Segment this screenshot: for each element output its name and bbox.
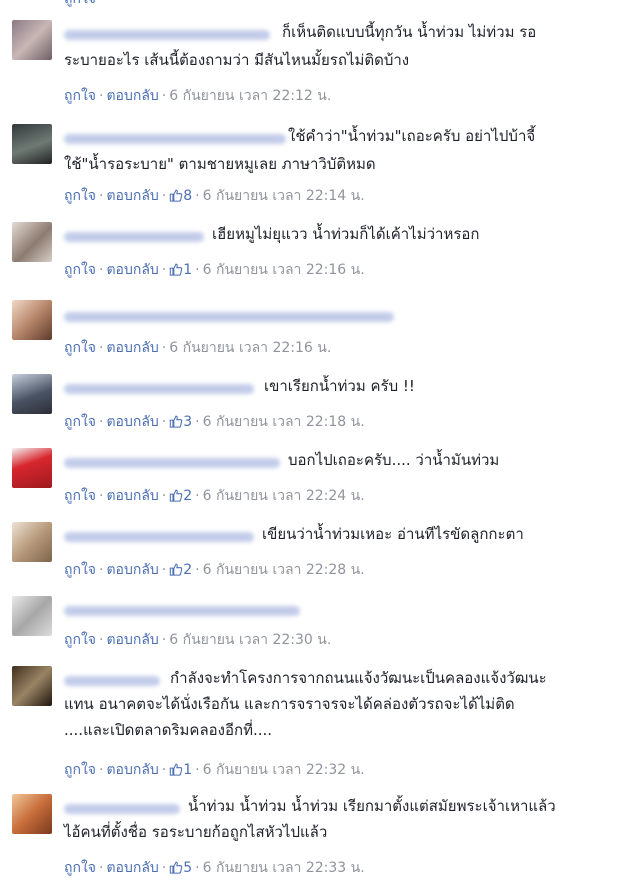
comment-text-line2: ใช้"น้ำรอระบาย" ตามชายหมูเลย ภาษาวิบัติห… [64,155,376,173]
comment-meta: ถูกใจ · ตอบกลับ · 6 กันยายน เวลา 22:30 น. [64,632,332,648]
thumbs-up-icon [170,563,183,576]
avatar[interactable] [12,124,52,164]
like-count[interactable]: 8 [169,188,192,204]
comment-timestamp[interactable]: 6 กันยายน เวลา 22:24 น. [203,488,365,504]
thumbs-up-icon [170,263,183,276]
reply-link[interactable]: ตอบกลับ [106,340,158,356]
comment-text-line1: เขาเรียกน้ำท่วม ครับ !! [264,377,415,395]
commenter-name-blurred[interactable] [64,532,254,542]
reply-link[interactable]: ตอบกลับ [106,414,158,430]
comment-meta: ถูกใจ · ตอบกลับ · 8 · 6 กันยายน เวลา 22:14 น. [64,188,365,204]
comment-text-line3: ....และเปิดตลาดริมคลองอีกที่.... [64,721,273,739]
comment-text-line1: ก็เห็นติดแบบนี้ทุกวัน น้ำท่วม ไม่ท่วม รอ [282,23,537,41]
thumbs-up-icon [170,763,183,776]
comment-text-line2: ระบายอะไร เส้นนี้ต้องถามว่า มีสันไหนมั้ย… [64,51,410,69]
commenter-name-blurred[interactable] [64,804,180,814]
comment-meta: ถูกใจ · ตอบกลับ · 5 · 6 กันยายน เวลา 22:33 น. [64,860,365,876]
comment-timestamp[interactable]: 6 กันยายน เวลา 22:16 น. [169,340,331,356]
avatar[interactable] [12,666,52,706]
comment-2: ใช้คำว่า"น้ำท่วม"เถอะครับ อย่าไปบ้าจี้ ใ… [0,120,628,212]
comment-text-line2: แทน อนาคตจะได้นั่งเรือกัน และการจราจรจะไ… [64,695,515,713]
commenter-name-blurred[interactable] [64,30,270,40]
comment-timestamp[interactable]: 6 กันยายน เวลา 22:30 น. [169,632,331,648]
like-count[interactable]: 5 [169,860,192,876]
comment-4: ถูกใจ · ตอบกลับ · 6 กันยายน เวลา 22:16 น. [0,298,628,366]
comment-5: เขาเรียกน้ำท่วม ครับ !! ถูกใจ · ตอบกลับ · 3 ·… [0,372,628,440]
comment-6: บอกไปเถอะครับ.... ว่าน้ำมันท่วม ถูกใจ · ตอ… [0,446,628,514]
comment-meta: ถูกใจ · ตอบกลับ · 3 · 6 กันยายน เวลา 22:18 น. [64,414,365,430]
reply-link[interactable]: ตอบกลับ [106,188,158,204]
comment-1: ก็เห็นติดแบบนี้ทุกวัน น้ำท่วม ไม่ท่วม รอ… [0,16,628,108]
comment-meta: ถูกใจ · ตอบกลับ · 6 กันยายน เวลา 22:12 น. [64,88,332,104]
comment-7: เขียนว่าน้ำท่วมเหอะ อ่านทีไรขัดลูกกะตา ถ… [0,520,628,588]
avatar[interactable] [12,522,52,562]
like-link[interactable]: ถูกใจ [64,414,96,430]
comment-timestamp[interactable]: 6 กันยายน เวลา 22:14 น. [203,188,365,204]
like-link[interactable]: ถูกใจ [64,562,96,578]
comment-meta: ถูกใจ · ตอบกลับ · 2 · 6 กันยายน เวลา 22:28 น. [64,562,365,578]
like-count[interactable]: 1 [169,762,192,778]
comment-meta: ถูกใจ · ตอบกลับ · 1 · 6 กันยายน เวลา 22:32 น. [64,762,365,778]
thumbs-up-icon [170,489,183,502]
comment-text-line1: น้ำท่วม น้ำท่วม น้ำท่วม เรียกมาตั้งแต่สม… [188,797,556,815]
reply-link[interactable]: ตอบกลับ [106,632,158,648]
comment-timestamp[interactable]: 6 กันยายน เวลา 22:28 น. [203,562,365,578]
avatar[interactable] [12,222,52,262]
comment-meta: ถูกใจ · ตอบกลับ · 1 · 6 กันยายน เวลา 22:16 น. [64,262,365,278]
commenter-name-blurred[interactable] [64,134,286,144]
like-link[interactable]: ถูกใจ [64,262,96,278]
like-link[interactable]: ถูกใจ [64,632,96,648]
avatar[interactable] [12,794,52,834]
thumbs-up-icon [170,861,183,874]
commenter-name-blurred[interactable] [64,232,204,242]
comment-10: น้ำท่วม น้ำท่วม น้ำท่วม เรียกมาตั้งแต่สม… [0,792,628,884]
comment-text-line1: ใช้คำว่า"น้ำท่วม"เถอะครับ อย่าไปบ้าจี้ [288,127,536,145]
like-link[interactable]: ถูกใจ [64,860,96,876]
like-link[interactable]: ถูกใจ [64,188,96,204]
thumbs-up-icon [170,189,183,202]
avatar[interactable] [12,596,52,636]
like-count[interactable]: 1 [169,262,192,278]
previous-comment-meta-clipped: ถูกใจ [64,0,96,10]
reply-link[interactable]: ตอบกลับ [106,860,158,876]
reply-link[interactable]: ตอบกลับ [106,262,158,278]
comment-text-line1: เขียนว่าน้ำท่วมเหอะ อ่านทีไรขัดลูกกะตา [262,525,524,543]
reply-link[interactable]: ตอบกลับ [106,488,158,504]
like-count[interactable]: 3 [169,414,192,430]
comment-timestamp[interactable]: 6 กันยายน เวลา 22:33 น. [203,860,365,876]
comment-text-line2: ไอ้คนที่ตั้งชื่อ รอระบายก้อถูกไสหัวไปแล้… [64,823,328,841]
like-link[interactable]: ถูกใจ [64,488,96,504]
avatar[interactable] [12,374,52,414]
reply-link[interactable]: ตอบกลับ [106,562,158,578]
comment-text-line1: เฮียหมูไม่ยุแวว น้ำท่วมก็ได้เค้าไม่ว่าหร… [212,225,480,243]
comment-timestamp[interactable]: 6 กันยายน เวลา 22:32 น. [203,762,365,778]
comment-text-line1: กำลังจะทำโครงการจากถนนแจ้งวัฒนะเป็นคลองแ… [170,669,547,687]
comment-timestamp[interactable]: 6 กันยายน เวลา 22:12 น. [169,88,331,104]
avatar[interactable] [12,448,52,488]
like-count[interactable]: 2 [169,488,192,504]
avatar[interactable] [12,300,52,340]
commenter-name-blurred[interactable] [64,676,160,686]
thumbs-up-icon [170,415,183,428]
like-count[interactable]: 2 [169,562,192,578]
reply-link[interactable]: ตอบกลับ [106,762,158,778]
commenter-name-blurred[interactable] [64,312,394,322]
commenter-name-blurred[interactable] [64,606,300,616]
comment-text-line1: บอกไปเถอะครับ.... ว่าน้ำมันท่วม [288,451,500,469]
comment-3: เฮียหมูไม่ยุแวว น้ำท่วมก็ได้เค้าไม่ว่าหร… [0,220,628,288]
commenter-name-blurred[interactable] [64,384,254,394]
like-link[interactable]: ถูกใจ [64,88,96,104]
comment-9: กำลังจะทำโครงการจากถนนแจ้งวัฒนะเป็นคลองแ… [0,664,628,782]
comment-timestamp[interactable]: 6 กันยายน เวลา 22:16 น. [203,262,365,278]
comment-meta: ถูกใจ · ตอบกลับ · 6 กันยายน เวลา 22:16 น. [64,340,332,356]
comment-8: ถูกใจ · ตอบกลับ · 6 กันยายน เวลา 22:30 น. [0,594,628,662]
comment-timestamp[interactable]: 6 กันยายน เวลา 22:18 น. [203,414,365,430]
like-link[interactable]: ถูกใจ [64,762,96,778]
like-link[interactable]: ถูกใจ [64,340,96,356]
commenter-name-blurred[interactable] [64,458,280,468]
comment-meta: ถูกใจ · ตอบกลับ · 2 · 6 กันยายน เวลา 22:24 น. [64,488,365,504]
reply-link[interactable]: ตอบกลับ [106,88,158,104]
avatar[interactable] [12,20,52,60]
